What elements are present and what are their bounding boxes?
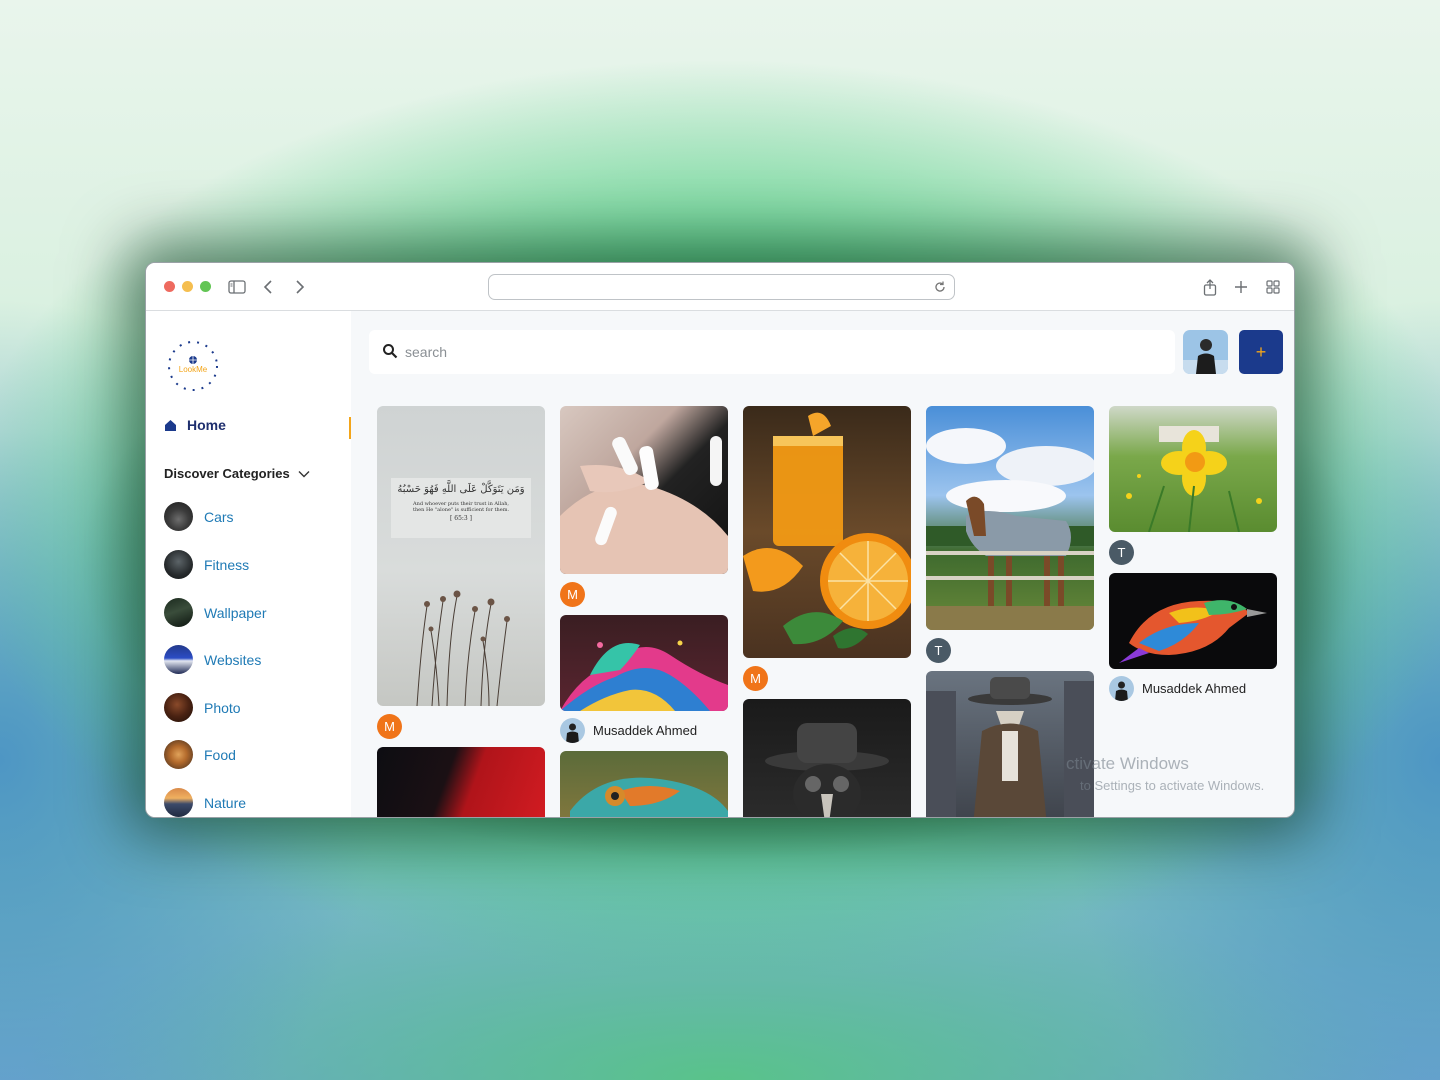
quote-arabic: وَمَن يَتَوَكَّلْ عَلَى اللَّهِ فَهُوَ ح… <box>397 484 525 495</box>
wildflowers-illustration <box>391 478 531 706</box>
plague-doctor-city-illustration <box>926 677 1094 817</box>
new-tab-icon[interactable] <box>1231 277 1251 297</box>
quote-text: وَمَن يَتَوَكَّلْ عَلَى اللَّهِ فَهُوَ ح… <box>391 484 531 522</box>
main-feed-area: + وَمَن يَتَوَكَّلْ عَلَى اللَّهِ فَهُوَ… <box>351 311 1294 817</box>
pin-daffodil[interactable] <box>1109 406 1277 532</box>
category-nature[interactable]: Nature <box>164 788 246 817</box>
pin-orange-juice[interactable] <box>743 406 911 658</box>
share-icon[interactable] <box>1200 277 1220 297</box>
horse-illustration <box>926 428 1094 630</box>
daffodil-illustration <box>1126 426 1262 532</box>
plague-doctor-illustration <box>765 723 889 817</box>
add-pin-button[interactable]: + <box>1239 330 1283 374</box>
logo-brand-text: LookMe <box>179 365 208 374</box>
pin-author-avatar[interactable]: T <box>926 638 951 663</box>
pin-colorful-wave[interactable] <box>560 615 728 711</box>
home-icon <box>165 419 176 431</box>
chevron-down-icon <box>298 470 310 477</box>
category-label: Websites <box>204 651 262 668</box>
category-thumbnail <box>164 502 193 531</box>
quote-reference: [ 65:3 ] <box>450 515 472 522</box>
activate-windows-watermark: ctivate Windows <box>1066 754 1189 773</box>
author-photo <box>1109 676 1134 701</box>
activate-windows-hint: to Settings to activate Windows. <box>1080 778 1265 793</box>
browser-toolbar <box>146 263 1294 311</box>
author-name: Musaddek Ahmed <box>1142 681 1247 696</box>
discover-categories-label: Discover Categories <box>164 466 290 481</box>
pin-rainbow-bird[interactable] <box>1109 573 1277 669</box>
nav-home[interactable]: Home <box>164 417 226 433</box>
sidebar-toggle-icon[interactable] <box>227 277 247 297</box>
category-cars[interactable]: Cars <box>164 502 234 531</box>
search-bar[interactable] <box>369 330 1175 374</box>
category-thumbnail <box>164 598 193 627</box>
address-bar[interactable] <box>488 274 955 300</box>
lookme-logo[interactable]: LookMe <box>162 335 224 397</box>
pin-quote-wallpaper[interactable]: وَمَن يَتَوَكَّلْ عَلَى اللَّهِ فَهُوَ ح… <box>377 406 545 706</box>
category-label: Wallpaper <box>204 604 267 621</box>
rainbow-bird-illustration <box>1119 600 1267 663</box>
zoom-window-button[interactable] <box>200 281 211 292</box>
author-photo <box>560 718 585 743</box>
category-thumbnail <box>164 788 193 817</box>
category-fitness[interactable]: Fitness <box>164 550 249 579</box>
pin-horse[interactable] <box>926 406 1094 630</box>
category-websites[interactable]: Websites <box>164 645 261 674</box>
forward-icon[interactable] <box>290 277 310 297</box>
category-thumbnail <box>164 550 193 579</box>
orange-juice-illustration <box>743 412 911 649</box>
category-thumbnail <box>164 645 193 674</box>
category-food[interactable]: Food <box>164 740 236 769</box>
category-label: Fitness <box>204 556 250 573</box>
pin-author[interactable]: Musaddek Ahmed <box>1109 676 1246 701</box>
close-window-button[interactable] <box>164 281 175 292</box>
pin-author-avatar[interactable]: T <box>1109 540 1134 565</box>
search-icon <box>383 344 398 359</box>
pin-author-avatar[interactable]: M <box>377 714 402 739</box>
wave-illustration <box>560 640 728 711</box>
category-label: Cars <box>204 508 234 525</box>
search-input[interactable] <box>405 338 1145 366</box>
browser-window: LookMe Home Discover Categories Cars Fit… <box>145 262 1295 818</box>
reload-icon[interactable] <box>932 279 948 295</box>
category-label: Food <box>204 746 236 763</box>
pin-red-black-abstract[interactable] <box>377 747 545 817</box>
sidebar: LookMe Home Discover Categories Cars Fit… <box>146 311 351 817</box>
pin-chameleon[interactable] <box>560 751 728 817</box>
pin-nails[interactable] <box>560 406 728 574</box>
author-name: Musaddek Ahmed <box>593 723 698 738</box>
category-thumbnail <box>164 693 193 722</box>
pin-author-avatar[interactable]: M <box>560 582 585 607</box>
user-avatar[interactable] <box>1183 330 1228 374</box>
quote-english-2: then He "alone" is sufficient for them. <box>412 507 510 513</box>
minimize-window-button[interactable] <box>182 281 193 292</box>
nails-illustration <box>560 436 728 574</box>
category-label: Nature <box>204 794 247 811</box>
category-wallpaper[interactable]: Wallpaper <box>164 598 267 627</box>
category-label: Photo <box>204 699 241 716</box>
chameleon-illustration <box>570 777 728 817</box>
tab-overview-icon[interactable] <box>1263 277 1283 297</box>
category-photo[interactable]: Photo <box>164 693 241 722</box>
category-thumbnail <box>164 740 193 769</box>
discover-categories-toggle[interactable]: Discover Categories <box>164 466 310 481</box>
pin-author-avatar[interactable]: M <box>743 666 768 691</box>
pin-author[interactable]: Musaddek Ahmed <box>560 718 697 743</box>
nav-home-label: Home <box>187 417 226 433</box>
pin-plague-doctor-city[interactable] <box>926 671 1094 817</box>
back-icon[interactable] <box>258 277 278 297</box>
pin-plague-doctor-portrait[interactable] <box>743 699 911 817</box>
